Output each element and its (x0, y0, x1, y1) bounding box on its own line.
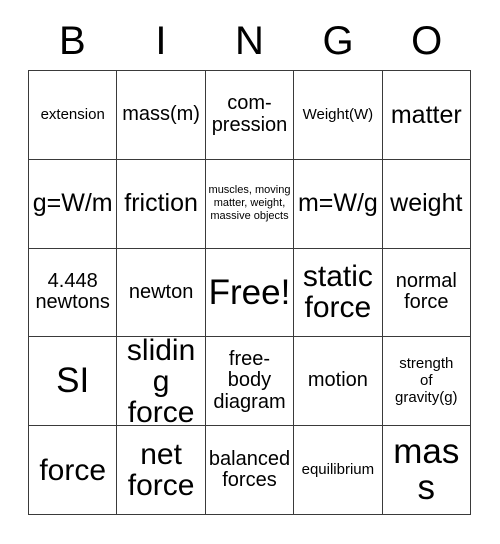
bingo-cell-label: newton (128, 280, 194, 303)
bingo-header-row: B I N G O (28, 12, 471, 70)
bingo-cell-label: com-pression (211, 92, 288, 136)
bingo-cell-label: g=W/m (32, 189, 113, 218)
header-letter-b: B (58, 19, 86, 63)
bingo-cell-r1c1[interactable]: extension (29, 71, 118, 160)
bingo-cell-r4c2[interactable]: sliding force (117, 337, 206, 427)
bingo-cell-label: net force (127, 437, 195, 503)
bingo-card: B I N G O extension mass(m) com-pression We… (0, 0, 500, 544)
header-letter-n: N (235, 19, 264, 63)
bingo-cell-label: static force (302, 260, 373, 325)
bingo-cell-r4c4[interactable]: motion (294, 337, 383, 427)
bingo-cell-label: strength of gravity(g) (395, 355, 458, 406)
bingo-cell-label: equilibrium (301, 460, 375, 478)
bingo-cell-r1c2[interactable]: mass(m) (117, 71, 206, 160)
bingo-cell-r3c5[interactable]: normal force (382, 248, 471, 338)
bingo-cell-label: friction (124, 189, 198, 218)
bingo-cell-r5c4[interactable]: equilibrium (294, 426, 383, 515)
bingo-cell-label: motion (307, 369, 368, 392)
bingo-cell-label: sliding force (126, 337, 196, 427)
bingo-cell-label: 4.448 newtons (35, 269, 110, 314)
bingo-cell-r5c5[interactable]: mass (382, 426, 471, 515)
bingo-free-space[interactable]: Free! (205, 248, 295, 338)
bingo-cell-r1c5[interactable]: matter (382, 71, 471, 160)
bingo-grid: extension mass(m) com-pression Weight(W) mat… (28, 70, 471, 515)
bingo-cell-label: weight (390, 189, 463, 218)
bingo-cell-r1c3[interactable]: com-pression (205, 71, 295, 160)
header-letter-o: O (411, 19, 443, 63)
bingo-cell-r4c3[interactable]: free-body diagram (205, 337, 295, 427)
bingo-cell-r5c3[interactable]: balanced forces (205, 426, 295, 515)
bingo-cell-label: balanced forces (208, 447, 291, 492)
bingo-cell-label: muscles, moving matter, weight, massive … (208, 184, 291, 223)
bingo-cell-label: normal force (395, 269, 457, 314)
bingo-cell-label: SI (56, 361, 90, 401)
bingo-cell-r2c3[interactable]: muscles, moving matter, weight, massive … (205, 159, 295, 249)
bingo-cell-r4c5[interactable]: strength of gravity(g) (382, 337, 471, 427)
bingo-cell-r1c4[interactable]: Weight(W) (294, 71, 383, 160)
bingo-cell-label: matter (390, 100, 462, 129)
bingo-cell-label: Free! (208, 272, 291, 312)
bingo-cell-r2c4[interactable]: m=W/g (294, 159, 383, 249)
header-letter-i: I (155, 19, 167, 63)
bingo-cell-r2c2[interactable]: friction (117, 159, 206, 249)
header-letter-g: G (322, 19, 354, 63)
bingo-cell-r2c5[interactable]: weight (382, 159, 471, 249)
bingo-cell-label: extension (40, 105, 105, 123)
bingo-cell-r3c2[interactable]: newton (117, 248, 206, 338)
bingo-cell-r3c4[interactable]: static force (294, 248, 383, 338)
bingo-cell-r5c2[interactable]: net force (117, 426, 206, 515)
bingo-cell-r2c1[interactable]: g=W/m (29, 159, 118, 249)
bingo-cell-label: force (39, 453, 107, 487)
bingo-cell-label: Weight(W) (302, 105, 374, 123)
bingo-cell-label: free-body diagram (213, 347, 286, 414)
bingo-cell-label: mass (393, 432, 460, 508)
bingo-cell-r3c1[interactable]: 4.448 newtons (29, 248, 118, 338)
bingo-cell-label: m=W/g (297, 189, 378, 218)
bingo-cell-label: mass(m) (122, 103, 200, 126)
bingo-cell-r5c1[interactable]: force (29, 426, 118, 515)
bingo-cell-r4c1[interactable]: SI (29, 337, 118, 427)
